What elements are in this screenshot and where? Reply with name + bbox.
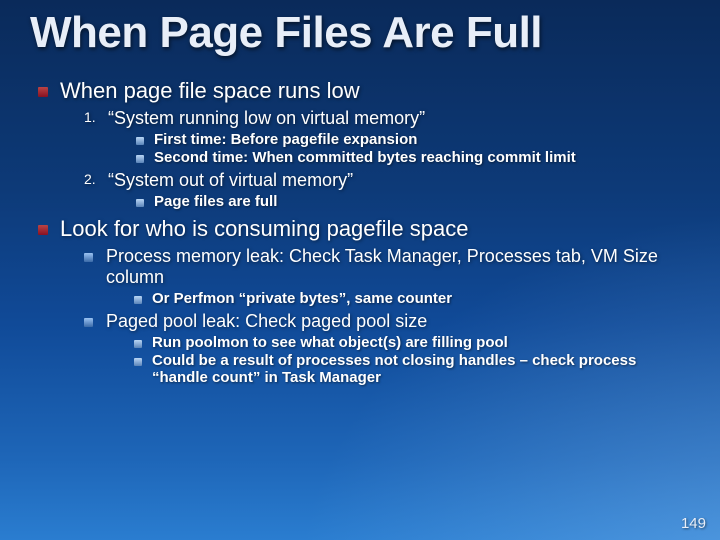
sub-sub-item: Run poolmon to see what object(s) are fi… [134,334,690,351]
slide-title: When Page Files Are Full [30,8,690,58]
numbered-item: “System running low on virtual memory” F… [84,108,690,166]
bullet-text: When page file space runs low [60,78,360,103]
sub-list: First time: Before pagefile expansion Se… [136,131,690,166]
sub-item: Process memory leak: Check Task Manager,… [84,246,690,307]
sub-item: Paged pool leak: Check paged pool size R… [84,311,690,386]
numbered-text: “System out of virtual memory” [108,170,353,190]
bullet-item: Look for who is consuming pagefile space… [38,216,690,386]
bullet-item: When page file space runs low “System ru… [38,78,690,210]
bullet-text: Look for who is consuming pagefile space [60,216,468,241]
bullet-list: When page file space runs low “System ru… [30,78,690,386]
sub-item: First time: Before pagefile expansion [136,131,690,148]
sub-item: Page files are full [136,193,690,210]
numbered-text: “System running low on virtual memory” [108,108,425,128]
slide: When Page Files Are Full When page file … [0,0,720,540]
sub-item: Second time: When committed bytes reachi… [136,149,690,166]
sub-sub-item: Or Perfmon “private bytes”, same counter [134,290,690,307]
sub-list: Page files are full [136,193,690,210]
sub-sub-item: Could be a result of processes not closi… [134,352,690,386]
numbered-list: “System running low on virtual memory” F… [84,108,690,210]
numbered-item: “System out of virtual memory” Page file… [84,170,690,210]
page-number: 149 [681,515,706,532]
sub-sub-list: Or Perfmon “private bytes”, same counter [134,290,690,307]
sub-list: Process memory leak: Check Task Manager,… [84,246,690,386]
sub-text: Process memory leak: Check Task Manager,… [106,246,658,287]
sub-text: Paged pool leak: Check paged pool size [106,311,427,331]
sub-sub-list: Run poolmon to see what object(s) are fi… [134,334,690,386]
